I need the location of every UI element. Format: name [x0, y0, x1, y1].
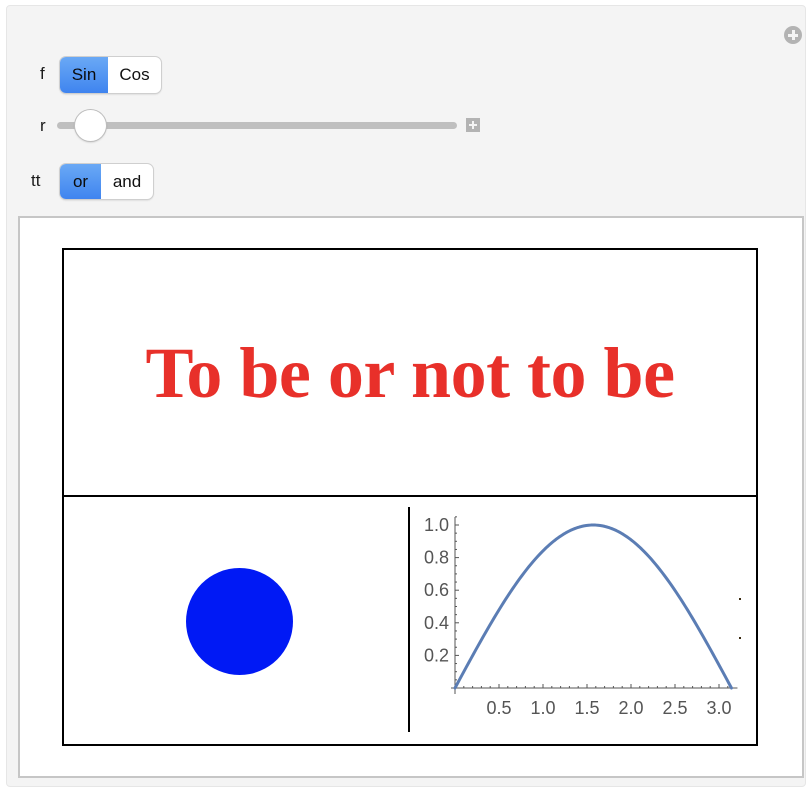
- tt-label: tt: [31, 171, 41, 190]
- sin-plot: 0.5 1.0 1.5 2.0 2.5 3.0 0.2 0.4 0.6 0.8 1.0: [424, 515, 738, 718]
- x-tick-label: 3.0: [706, 698, 731, 718]
- y-tick-label: 0.6: [424, 580, 449, 600]
- f-option-sin[interactable]: Sin: [60, 57, 108, 93]
- quote-text: To be or not to be: [145, 332, 675, 413]
- y-tick-label: 0.4: [424, 613, 449, 633]
- r-slider-track[interactable]: [57, 122, 457, 129]
- x-tick-label: 2.0: [618, 698, 643, 718]
- x-tick-label: 2.5: [662, 698, 687, 718]
- x-tick-label: 1.5: [574, 698, 599, 718]
- x-tick-label: 1.0: [530, 698, 555, 718]
- x-tick-label: 0.5: [486, 698, 511, 718]
- grid-divider-horizontal: [62, 495, 758, 497]
- series-line: [453, 523, 733, 690]
- stray-dot: [739, 637, 741, 639]
- plus-circle-icon[interactable]: [784, 26, 802, 44]
- tt-option-or[interactable]: or: [60, 164, 101, 199]
- y-tick-label: 0.8: [424, 548, 449, 568]
- f-toggle: Sin Cos: [60, 57, 161, 93]
- r-label: r: [40, 116, 46, 135]
- f-option-cos[interactable]: Cos: [108, 57, 161, 93]
- tt-toggle: or and: [60, 164, 153, 199]
- plus-square-icon[interactable]: [466, 118, 480, 132]
- stray-dot: [739, 598, 741, 600]
- f-label: f: [40, 64, 45, 83]
- y-tick-label: 1.0: [424, 515, 449, 535]
- grid-divider-vertical: [408, 507, 410, 732]
- y-tick-label: 0.2: [424, 645, 449, 665]
- blue-disk: [186, 568, 293, 675]
- tt-option-and[interactable]: and: [101, 164, 153, 199]
